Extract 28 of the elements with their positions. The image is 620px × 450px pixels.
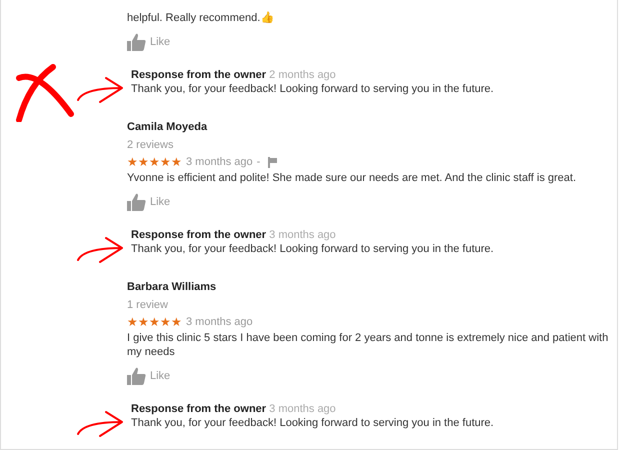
separator: - [256,156,260,168]
flag-icon[interactable] [268,156,278,168]
review-text: I give this clinic 5 stars I have been coming for 2 years and tonne is extremely nice and patient with my needs [127,331,610,359]
response-label: Response from the owner [131,69,266,81]
response-time: 3 months ago [269,229,336,241]
thumbs-up-icon [127,193,146,211]
review-text: Yvonne is efficient and polite! She made sure our needs are met. And the clinic staff is great. [127,171,578,185]
review-text: helpful. Really recommend.👍 [127,11,276,25]
response-label: Response from the owner [131,229,266,241]
thumbs-up-icon [127,367,146,385]
review-count: 2 reviews [127,138,174,152]
response-label: Response from the owner [131,403,266,415]
review-time: 3 months ago [186,316,253,328]
reviewer-name[interactable]: Camila Moyeda [127,120,208,134]
thumbs-up-icon [127,33,146,51]
response-text: Thank you, for your feedback! Looking forward to serving you in the future. [131,82,495,96]
response-time: 3 months ago [269,403,336,415]
review-count: 1 review [127,298,168,312]
like-button[interactable]: Like [127,193,170,211]
review-time: 3 months ago [186,156,253,168]
response-time: 2 months ago [269,69,336,81]
star-rating: ★★★★★ [127,154,182,170]
like-button[interactable]: Like [127,367,170,385]
response-text: Thank you, for your feedback! Looking forward to serving you in the future. [131,416,495,430]
star-rating: ★★★★★ [127,314,182,330]
like-button[interactable]: Like [127,33,170,51]
reviewer-name[interactable]: Barbara Williams [127,280,216,294]
response-text: Thank you, for your feedback! Looking forward to serving you in the future. [131,242,495,256]
